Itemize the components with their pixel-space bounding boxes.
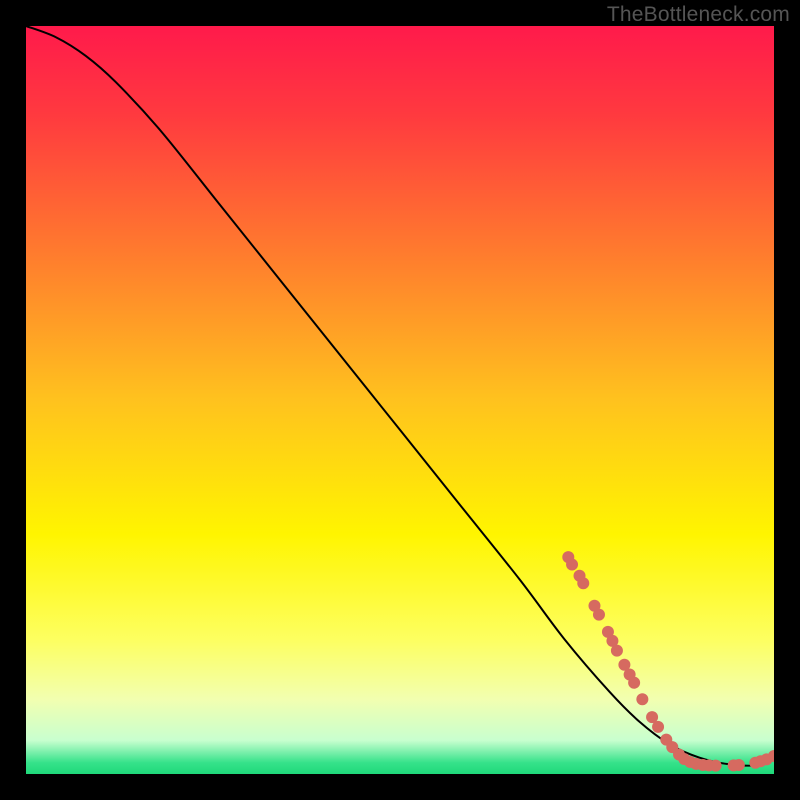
gradient-background (26, 26, 774, 774)
watermark-text: TheBottleneck.com (607, 3, 790, 27)
data-point (611, 645, 623, 657)
data-point (636, 693, 648, 705)
data-point (566, 559, 578, 571)
data-point (710, 760, 722, 772)
data-point (628, 677, 640, 689)
data-point (652, 721, 664, 733)
data-point (733, 759, 745, 771)
chart-frame: TheBottleneck.com (0, 0, 800, 800)
chart-svg (26, 26, 774, 774)
data-point (593, 609, 605, 621)
data-point (577, 577, 589, 589)
plot-area (26, 26, 774, 774)
